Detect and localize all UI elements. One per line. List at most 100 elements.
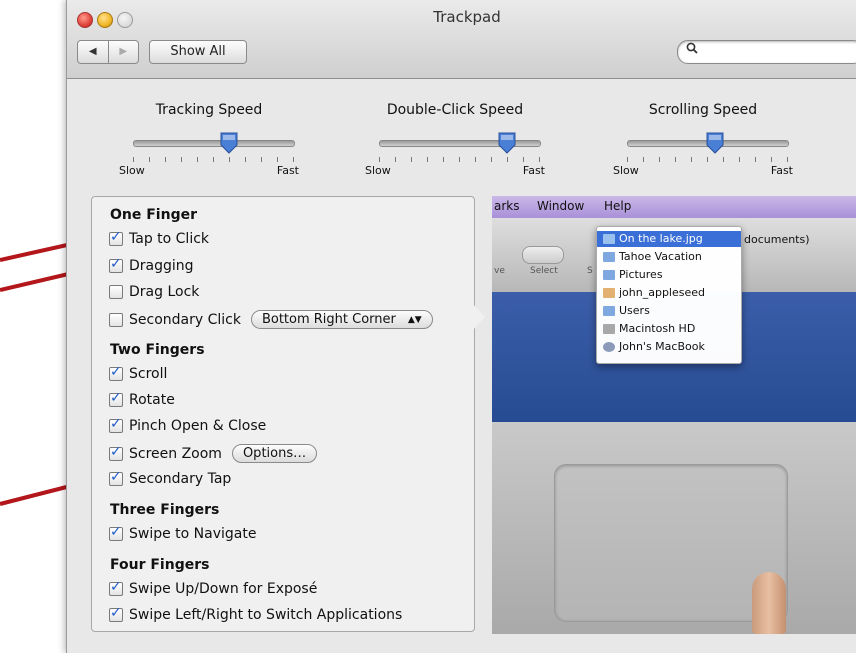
slider-tick bbox=[395, 157, 396, 162]
demo-menu-row-label: john_appleseed bbox=[619, 286, 706, 299]
navigation-control: ◀ ▶ bbox=[77, 40, 139, 64]
slider-tick bbox=[539, 157, 540, 162]
checkbox[interactable] bbox=[109, 312, 123, 327]
option-screen-zoom[interactable]: Screen Zoom Options… bbox=[109, 444, 318, 463]
option-label: Pinch Open & Close bbox=[129, 418, 267, 434]
back-button[interactable]: ◀ bbox=[78, 41, 108, 63]
show-all-button[interactable]: Show All bbox=[149, 40, 247, 64]
demo-menu-row: Macintosh HD bbox=[603, 321, 695, 337]
image-file-icon bbox=[603, 234, 615, 244]
double-click-speed-slider: Double-Click Speed Slow Fast bbox=[365, 102, 545, 177]
demo-toolbar-label: S bbox=[587, 266, 593, 276]
title-bar: Trackpad ◀ ▶ Show All bbox=[67, 0, 856, 79]
slider-tick bbox=[133, 157, 134, 162]
slider-max-label: Fast bbox=[522, 164, 545, 177]
checkbox[interactable] bbox=[109, 579, 123, 596]
slider-tick bbox=[379, 157, 380, 162]
slider-ticks bbox=[627, 157, 788, 163]
demo-laptop bbox=[492, 422, 856, 634]
option-label: Rotate bbox=[129, 392, 175, 408]
slider-tick bbox=[229, 157, 230, 162]
demo-toolbar-label: Select bbox=[530, 266, 558, 276]
option-drag-lock[interactable]: Drag Lock bbox=[109, 284, 199, 300]
checkbox[interactable] bbox=[109, 364, 123, 381]
slider-tick bbox=[149, 157, 150, 162]
demo-docs-text: documents) bbox=[744, 233, 810, 246]
computer-icon bbox=[603, 342, 615, 352]
checkbox[interactable] bbox=[109, 256, 123, 273]
zoom-options-button[interactable]: Options… bbox=[231, 444, 318, 463]
checkbox[interactable] bbox=[109, 416, 123, 433]
checkbox[interactable] bbox=[109, 285, 123, 299]
checkbox[interactable] bbox=[109, 444, 123, 461]
popup-value: Bottom Right Corner bbox=[261, 312, 396, 327]
demo-menubar: arks Window Help bbox=[492, 196, 856, 218]
option-secondary-click[interactable]: Secondary Click Bottom Right Corner ▲▼ bbox=[109, 310, 433, 329]
trackpad-window: Trackpad ◀ ▶ Show All Tracking Speed Slo… bbox=[66, 0, 856, 653]
option-label: Secondary Tap bbox=[129, 471, 232, 487]
home-icon bbox=[603, 288, 615, 298]
option-label: Swipe to Navigate bbox=[129, 526, 257, 542]
slider-tick bbox=[277, 157, 278, 162]
gesture-options-panel: One Finger Tap to Click Dragging Drag Lo… bbox=[91, 196, 475, 632]
slider-tick bbox=[771, 157, 772, 162]
option-label: Drag Lock bbox=[129, 284, 200, 300]
slider-tick bbox=[659, 157, 660, 162]
section-two-fingers: Two Fingers bbox=[110, 342, 205, 358]
slider-tick bbox=[707, 157, 708, 162]
option-dragging[interactable]: Dragging bbox=[109, 256, 194, 274]
slider-tick bbox=[643, 157, 644, 162]
slider-tick bbox=[245, 157, 246, 162]
slider-thumb[interactable] bbox=[498, 132, 516, 154]
slider-label: Double-Click Speed bbox=[386, 102, 524, 118]
demo-menu-row: Pictures bbox=[603, 267, 663, 283]
option-label: Screen Zoom bbox=[129, 445, 222, 462]
demo-menu-row-label: On the lake.jpg bbox=[619, 232, 703, 245]
demo-path-menu: On the lake.jpg Tahoe Vacation Pictures … bbox=[596, 226, 742, 364]
folder-icon bbox=[603, 252, 615, 262]
slider-thumb[interactable] bbox=[220, 132, 238, 154]
option-label: Swipe Up/Down for Exposé bbox=[129, 581, 318, 597]
demo-view-button bbox=[522, 246, 564, 264]
option-pinch[interactable]: Pinch Open & Close bbox=[109, 416, 267, 434]
secondary-click-popup[interactable]: Bottom Right Corner ▲▼ bbox=[250, 310, 433, 329]
option-label: Tap to Click bbox=[129, 231, 210, 247]
slider-track[interactable] bbox=[379, 140, 541, 147]
search-icon bbox=[686, 42, 698, 58]
option-tap-to-click[interactable]: Tap to Click bbox=[109, 229, 210, 247]
checkbox[interactable] bbox=[109, 469, 123, 486]
option-label: Swipe Left/Right to Switch Applications bbox=[129, 607, 403, 623]
forward-button[interactable]: ▶ bbox=[107, 41, 139, 63]
demo-menu-row: Tahoe Vacation bbox=[603, 249, 702, 265]
demo-menu-row-label: Pictures bbox=[619, 268, 663, 281]
slider-max-label: Fast bbox=[276, 164, 299, 177]
window-title: Trackpad bbox=[433, 8, 501, 26]
slider-min-label: Slow bbox=[119, 164, 145, 177]
slider-tick bbox=[723, 157, 724, 162]
option-secondary-tap[interactable]: Secondary Tap bbox=[109, 469, 232, 487]
slider-tick bbox=[675, 157, 676, 162]
slider-tick bbox=[427, 157, 428, 162]
checkbox[interactable] bbox=[109, 229, 123, 246]
search-field[interactable] bbox=[677, 40, 856, 64]
slider-track[interactable] bbox=[133, 140, 295, 147]
demo-menu-row-label: John's MacBook bbox=[619, 340, 705, 353]
section-one-finger: One Finger bbox=[110, 207, 197, 223]
folder-icon bbox=[603, 270, 615, 280]
section-three-fingers: Three Fingers bbox=[110, 502, 220, 518]
slider-tick bbox=[261, 157, 262, 162]
slider-thumb[interactable] bbox=[706, 132, 724, 154]
option-scroll[interactable]: Scroll bbox=[109, 364, 167, 382]
option-swipe-navigate[interactable]: Swipe to Navigate bbox=[109, 524, 257, 542]
slider-tick bbox=[787, 157, 788, 162]
checkbox[interactable] bbox=[109, 390, 123, 407]
checkbox[interactable] bbox=[109, 605, 123, 622]
slider-tick bbox=[755, 157, 756, 162]
slider-tick bbox=[443, 157, 444, 162]
option-swipe-switch-apps[interactable]: Swipe Left/Right to Switch Applications bbox=[109, 605, 403, 623]
option-rotate[interactable]: Rotate bbox=[109, 390, 175, 408]
demo-menu-row: john_appleseed bbox=[603, 285, 705, 301]
gesture-demo-video: arks Window Help ve Select S documents) … bbox=[492, 196, 856, 634]
checkbox[interactable] bbox=[109, 524, 123, 541]
option-swipe-expose[interactable]: Swipe Up/Down for Exposé bbox=[109, 579, 318, 597]
